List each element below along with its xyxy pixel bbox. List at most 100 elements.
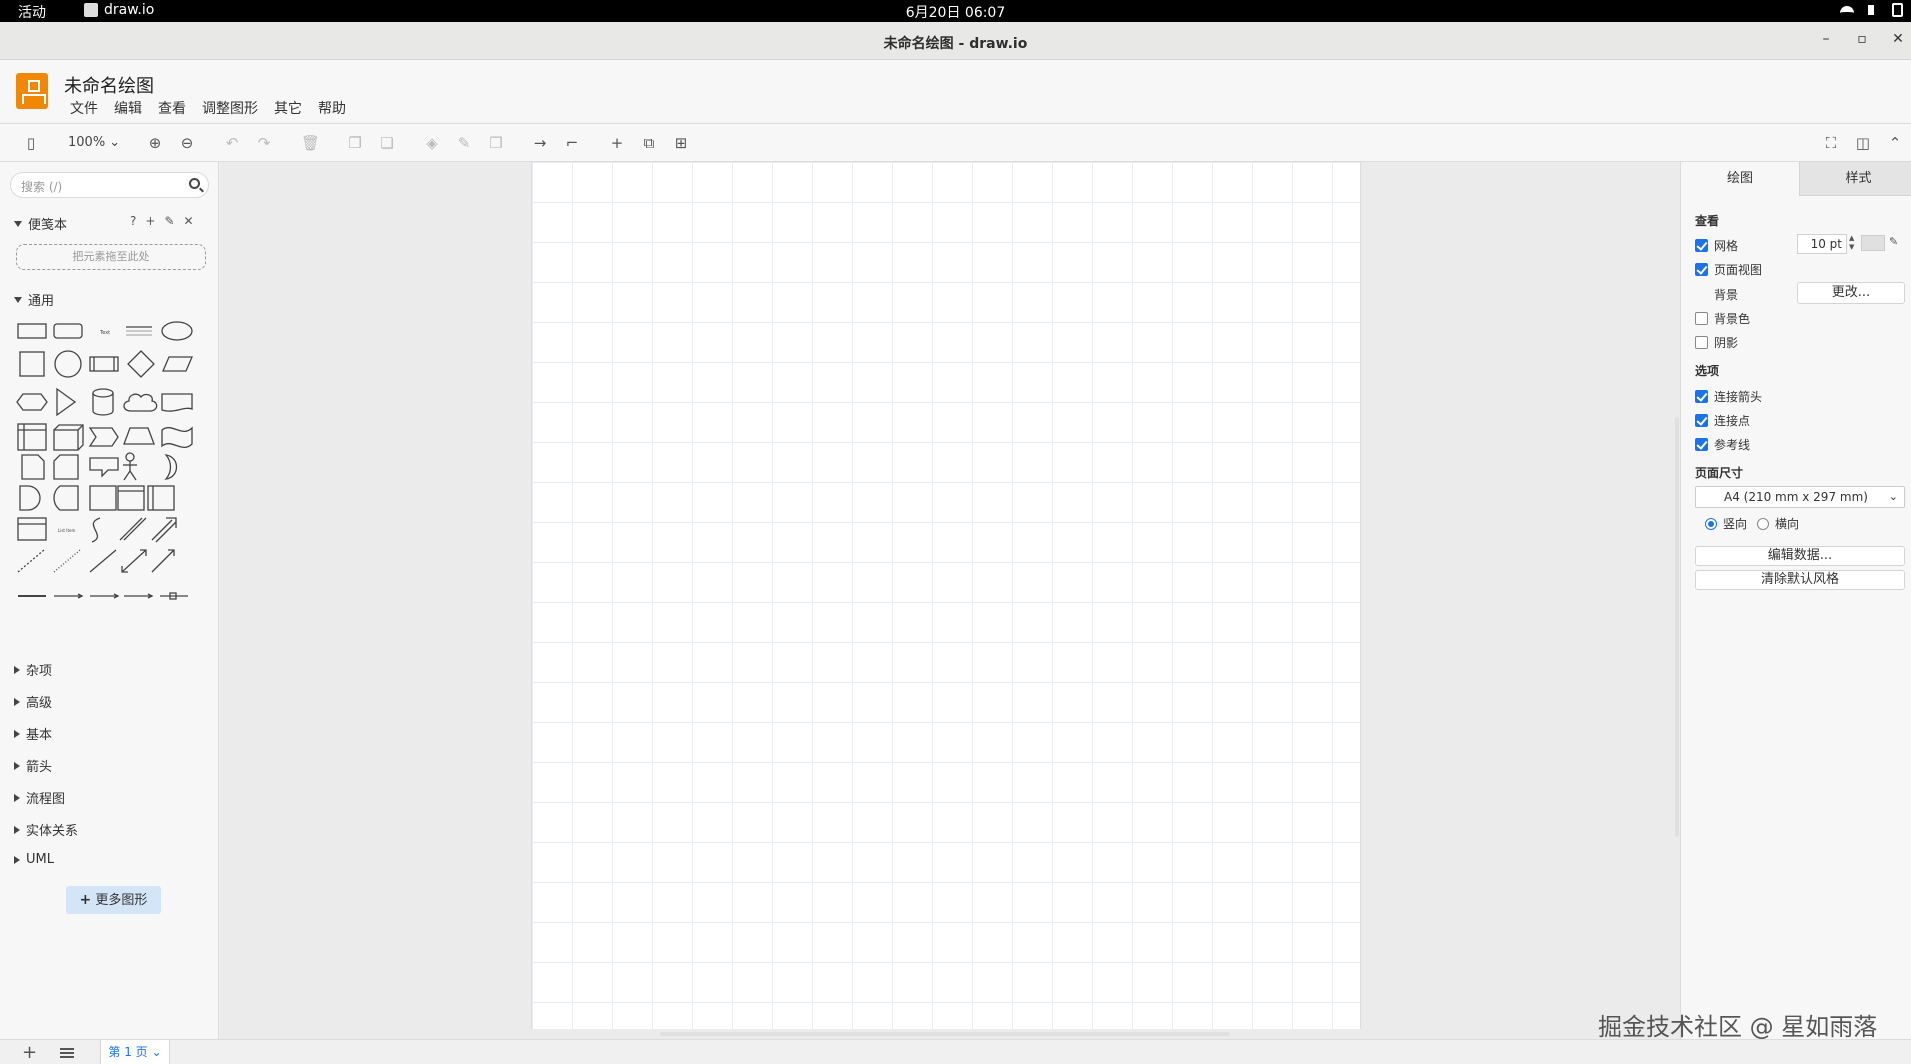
background-color-option[interactable]: 背景色	[1695, 310, 1750, 327]
guides-checkbox[interactable]	[1695, 438, 1708, 451]
shapes-palette[interactable]: Text List Item	[14, 314, 210, 639]
connection-arrows-label: 连接箭头	[1714, 390, 1763, 404]
page-tab[interactable]: 第 1 页 ⌄	[100, 1040, 170, 1064]
change-background-button[interactable]: 更改...	[1797, 282, 1905, 304]
connection-icon[interactable]: →	[531, 134, 549, 152]
help-icon[interactable]: ?	[130, 214, 136, 228]
guides-label: 参考线	[1714, 438, 1751, 452]
horizontal-scrollbar[interactable]	[660, 1032, 1230, 1036]
redo-icon[interactable]: ↷	[255, 134, 273, 152]
section-advanced[interactable]: 高级	[14, 692, 52, 711]
system-tray[interactable]	[1840, 3, 1903, 17]
more-shapes-button[interactable]: + 更多图形	[66, 886, 161, 914]
connection-arrows-checkbox[interactable]	[1695, 390, 1708, 403]
expand-icon	[14, 220, 22, 227]
tab-diagram[interactable]: 绘图	[1681, 162, 1799, 196]
fullscreen-icon[interactable]: ⛶	[1822, 134, 1840, 152]
menu-view[interactable]: 查看	[158, 98, 186, 118]
shape-search-input[interactable]: 搜索 (/)	[10, 172, 209, 198]
menu-edit[interactable]: 编辑	[114, 98, 142, 118]
grid-option[interactable]: 网格	[1695, 237, 1738, 254]
menu-help[interactable]: 帮助	[318, 98, 346, 118]
expand-icon	[14, 296, 22, 303]
shadow-checkbox[interactable]	[1695, 336, 1708, 349]
to-back-icon[interactable]: ❏	[378, 134, 396, 152]
minimize-icon[interactable]: –	[1819, 31, 1833, 47]
connection-arrows-option[interactable]: 连接箭头	[1695, 388, 1762, 405]
toggle-sidebar-icon[interactable]: ▯	[22, 134, 40, 152]
add-page-icon[interactable]: +	[22, 1042, 37, 1063]
add-icon[interactable]: +	[145, 214, 155, 228]
portrait-radio[interactable]	[1705, 517, 1717, 530]
maximize-icon[interactable]: ▫	[1855, 31, 1869, 47]
section-basic[interactable]: 基本	[14, 724, 52, 743]
grid-size-spinner[interactable]: ▲ ▼	[1849, 234, 1854, 252]
general-section-header[interactable]: 通用	[14, 290, 54, 309]
zoom-dropdown[interactable]: 100% ⌄	[68, 135, 120, 150]
undo-icon[interactable]: ↶	[223, 134, 241, 152]
section-uml[interactable]: UML	[14, 852, 54, 867]
format-panel-icon[interactable]: ◫	[1854, 134, 1872, 152]
section-flowchart[interactable]: 流程图	[14, 788, 65, 807]
vertical-scrollbar[interactable]	[1675, 417, 1679, 837]
step-shape	[88, 427, 119, 447]
page-view-option[interactable]: 页面视图	[1695, 261, 1762, 278]
line-color-icon[interactable]: ✎	[455, 134, 473, 152]
page-size-value: A4 (210 mm x 297 mm)	[1724, 490, 1868, 504]
pages-menu-icon[interactable]	[60, 1048, 74, 1058]
fill-color-icon[interactable]: ◈	[423, 134, 441, 152]
zoom-out-icon[interactable]: ⊖	[178, 134, 196, 152]
grid-size-input[interactable]: 10 pt	[1797, 234, 1847, 254]
ellipse-shape	[161, 321, 193, 341]
document-title[interactable]: 未命名绘图	[64, 72, 154, 98]
background-color-checkbox[interactable]	[1695, 312, 1708, 325]
scratchpad-dropzone[interactable]: 把元素拖至此处	[16, 244, 206, 270]
search-icon[interactable]	[189, 178, 200, 189]
window-titlebar[interactable]: 未命名绘图 - draw.io – ▫ ✕	[0, 22, 1911, 60]
zoom-in-icon[interactable]: ⊕	[146, 134, 164, 152]
internal-storage-shape	[17, 423, 47, 451]
grid-checkbox[interactable]	[1695, 239, 1708, 252]
cube-shape	[53, 424, 84, 451]
shadow-option[interactable]: 阴影	[1695, 334, 1738, 351]
to-front-icon[interactable]: ❐	[346, 134, 364, 152]
diagram-canvas[interactable]	[220, 162, 1680, 1039]
shadow-icon[interactable]: ❒	[487, 134, 505, 152]
edit-data-button[interactable]: 编辑数据...	[1695, 546, 1905, 566]
portrait-option[interactable]: 竖向	[1705, 515, 1747, 532]
edit-grid-color-icon[interactable]: ✎	[1889, 235, 1898, 248]
page-size-select[interactable]: A4 (210 mm x 297 mm) ⌄	[1695, 486, 1905, 508]
waypoints-icon[interactable]: ⌐	[563, 134, 581, 152]
connection-points-label: 连接点	[1714, 414, 1751, 428]
delete-icon[interactable]: 🗑	[301, 134, 320, 152]
insert-icon[interactable]: +	[608, 134, 626, 152]
menu-file[interactable]: 文件	[70, 98, 98, 118]
clear-default-style-button[interactable]: 清除默认风格	[1695, 570, 1905, 590]
tab-style[interactable]: 样式	[1799, 162, 1911, 196]
scratchpad-header[interactable]: 便笺本	[14, 214, 67, 233]
connection-points-checkbox[interactable]	[1695, 414, 1708, 427]
parallelogram-shape	[162, 356, 193, 372]
connection-points-option[interactable]: 连接点	[1695, 412, 1750, 429]
menu-arrange[interactable]: 调整图形	[202, 98, 258, 118]
collapse-icon[interactable]: ⌃	[1886, 134, 1904, 152]
guides-option[interactable]: 参考线	[1695, 436, 1750, 453]
page-view-checkbox[interactable]	[1695, 263, 1708, 276]
table-icon[interactable]: ⊞	[672, 134, 690, 152]
grid-color-swatch[interactable]	[1861, 235, 1885, 251]
clock[interactable]: 6月20日 06:07	[0, 2, 1911, 22]
edit-icon[interactable]: ✎	[164, 214, 174, 228]
landscape-radio[interactable]	[1757, 517, 1769, 530]
diagram-page[interactable]	[531, 162, 1361, 1029]
shapes-icon[interactable]: ⧉	[640, 134, 658, 152]
hexagon-shape	[16, 393, 48, 411]
landscape-option[interactable]: 横向	[1757, 515, 1799, 532]
close-icon[interactable]: ✕	[1891, 31, 1905, 47]
section-entity-relation[interactable]: 实体关系	[14, 820, 78, 839]
format-panel: 绘图 样式 查看 网格 10 pt ▲ ▼ ✎ 页面视图 背景 更改... 背景色…	[1680, 162, 1911, 1039]
section-misc[interactable]: 杂项	[14, 660, 52, 679]
close-icon[interactable]: ✕	[184, 214, 194, 228]
rounded-rectangle-shape	[53, 323, 83, 339]
section-arrows[interactable]: 箭头	[14, 756, 52, 775]
menu-extras[interactable]: 其它	[274, 98, 302, 118]
